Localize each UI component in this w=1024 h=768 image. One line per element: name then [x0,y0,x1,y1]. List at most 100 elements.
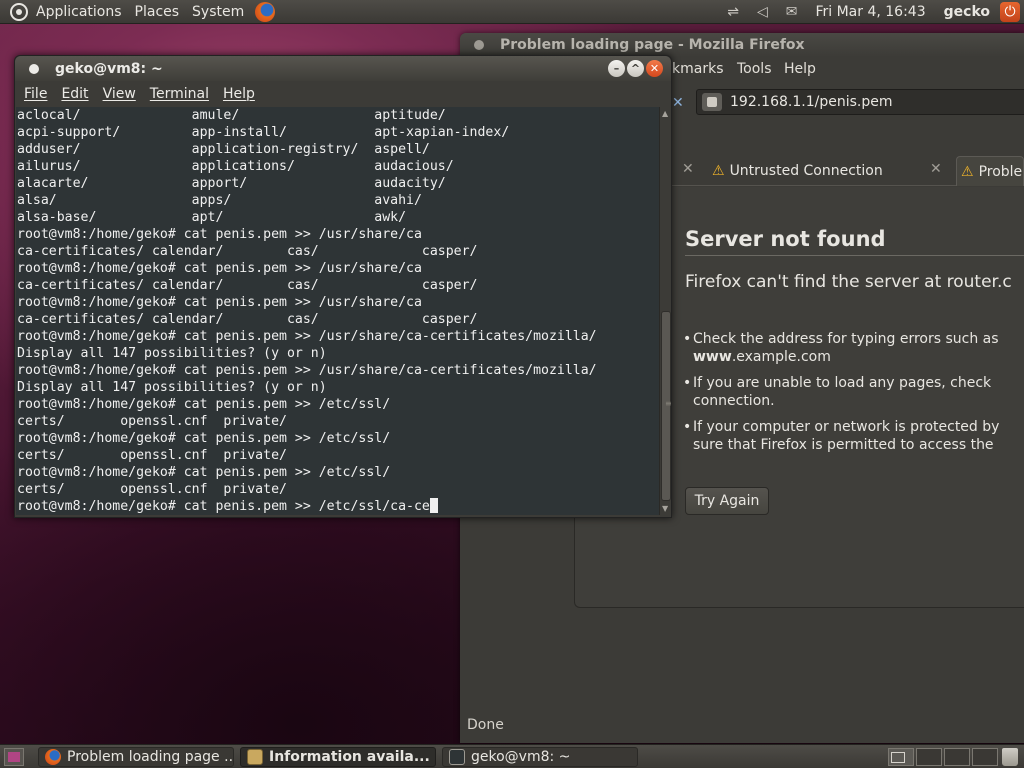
scroll-down-icon[interactable]: ▼ [662,504,668,513]
terminal-window: geko@vm8: ~ – ^ ✕ File Edit View Termina… [14,55,672,518]
taskbar-label: geko@vm8: ~ [471,749,571,765]
clock[interactable]: Fri Mar 4, 16:43 [815,4,925,20]
tab-close-icon[interactable]: ✕ [682,161,694,177]
taskbar-item-firefox[interactable]: Problem loading page ... [38,747,234,767]
power-icon[interactable]: ⏻ [1000,1,1020,22]
error-title: Server not found [685,227,886,251]
try-again-button[interactable]: Try Again [685,487,769,515]
site-identity-icon[interactable] [702,93,722,111]
menu-edit[interactable]: Edit [61,86,88,102]
url-bar[interactable]: 192.168.1.1/penis.pem [696,89,1024,115]
firefox-launcher-icon[interactable] [255,1,276,22]
terminal-line: Display all 147 possibilities? (y or n) [17,380,327,395]
terminal-line: root@vm8:/home/geko# cat penis.pem >> /u… [17,295,422,310]
menu-places[interactable]: Places [135,4,180,20]
menu-help[interactable]: Help [223,86,255,102]
bottom-panel: Problem loading page ... Information ava… [0,744,1024,768]
show-desktop-icon[interactable] [4,748,24,766]
terminal-line: certs/ openssl.cnf private/ [17,414,287,429]
maximize-icon[interactable]: ^ [627,60,644,77]
prompt-text: root@vm8:/home/geko# cat penis.pem >> /e… [17,499,430,514]
window-menu-icon[interactable] [29,63,39,74]
scroll-up-icon[interactable]: ▲ [662,109,668,118]
menu-help[interactable]: Help [784,61,816,77]
terminal-line: ca-certificates/ calendar/ cas/ casper/ [17,278,478,293]
tab-problem-loading[interactable]: ⚠ Proble [956,156,1024,186]
tab-close-icon[interactable]: ✕ [930,161,942,177]
taskbar-item-terminal[interactable]: geko@vm8: ~ [442,747,638,767]
terminal-line: root@vm8:/home/geko# cat penis.pem >> /e… [17,465,391,480]
user-menu[interactable]: gecko [944,4,990,20]
menu-system[interactable]: System [192,4,244,20]
menu-tools[interactable]: Tools [737,61,772,77]
trash-icon[interactable] [1002,748,1018,766]
terminal-line: alsa-base/ apt/ awk/ [17,210,407,225]
terminal-cursor [429,498,438,513]
terminal-line: acpi-support/ app-install/ apt-xapian-in… [17,125,510,140]
terminal-line: ca-certificates/ calendar/ cas/ casper/ [17,244,478,259]
minimize-icon[interactable]: – [608,60,625,77]
window-controls: – ^ ✕ [606,60,663,77]
mail-icon[interactable]: ✉ [786,4,798,20]
divider [685,255,1024,256]
terminal-line: root@vm8:/home/geko# cat penis.pem >> /e… [17,431,391,446]
workspace-4[interactable] [972,748,998,766]
error-subtitle: Firefox can't find the server at router.… [685,272,1012,292]
menu-bookmarks[interactable]: kmarks [672,61,723,77]
menu-file[interactable]: File [24,86,47,102]
terminal-line: ca-certificates/ calendar/ cas/ casper/ [17,312,478,327]
menu-applications[interactable]: Applications [36,4,122,20]
taskbar-label: Information availa... [269,749,430,765]
tab-untrusted-connection[interactable]: ⚠ Untrusted Connection [712,156,912,186]
terminal-line: root@vm8:/home/geko# cat penis.pem >> /u… [17,363,597,378]
ubuntu-logo-icon[interactable] [10,2,28,21]
terminal-line: certs/ openssl.cnf private/ [17,482,287,497]
terminal-line: Display all 147 possibilities? (y or n) [17,346,327,361]
grip-icon: ≡ [665,399,672,408]
firefox-window-title: Problem loading page - Mozilla Firefox [500,37,805,53]
terminal-window-title: geko@vm8: ~ [55,60,163,77]
list-item: If you are unable to load any pages, che… [683,374,999,410]
terminal-line: alsa/ apps/ avahi/ [17,193,422,208]
window-menu-icon[interactable] [474,40,484,50]
terminal-icon [449,749,465,765]
terminal-line: root@vm8:/home/geko# cat penis.pem >> /u… [17,329,597,344]
taskbar-label: Problem loading page ... [67,749,234,765]
terminal-scrollbar[interactable]: ▲ ≡ ▼ [659,107,672,515]
menu-terminal[interactable]: Terminal [150,86,209,102]
status-bar-text: Done [467,717,504,733]
warning-icon: ⚠ [961,163,974,180]
info-icon [247,749,263,765]
terminal-line: alacarte/ apport/ audacity/ [17,176,446,191]
terminal-line: root@vm8:/home/geko# cat penis.pem >> /e… [17,397,391,412]
workspace-2[interactable] [916,748,942,766]
terminal-line: root@vm8:/home/geko# cat penis.pem >> /u… [17,261,422,276]
panel-indicators: ⇌ ◁ ✉ Fri Mar 4, 16:43 gecko ⏻ [727,0,1024,24]
volume-icon[interactable]: ◁ [757,4,768,20]
network-icon[interactable]: ⇌ [727,4,739,20]
url-text: 192.168.1.1/penis.pem [730,94,893,110]
error-suggestions: Check the address for typing errors such… [683,330,999,462]
list-item: Check the address for typing errors such… [683,330,999,366]
workspace-1[interactable] [888,748,914,766]
terminal-line: aclocal/ amule/ aptitude/ [17,108,446,123]
firefox-titlebar[interactable]: Problem loading page - Mozilla Firefox [460,33,1024,57]
workspace-3[interactable] [944,748,970,766]
warning-icon: ⚠ [712,163,725,179]
terminal-titlebar[interactable]: geko@vm8: ~ – ^ ✕ [15,56,671,81]
terminal-menubar: File Edit View Terminal Help [15,81,671,106]
menu-view[interactable]: View [103,86,136,102]
list-item: If your computer or network is protected… [683,418,999,454]
top-panel: Applications Places System ⇌ ◁ ✉ Fri Mar… [0,0,1024,24]
close-icon[interactable]: ✕ [646,60,663,77]
taskbar-item-information[interactable]: Information availa... [240,747,436,767]
terminal-line: root@vm8:/home/geko# cat penis.pem >> /u… [17,227,422,242]
terminal-prompt-line[interactable]: root@vm8:/home/geko# cat penis.pem >> /e… [17,498,659,515]
stop-icon[interactable]: ✕ [672,95,684,111]
tab-label: Proble [978,163,1023,180]
terminal-line: ailurus/ applications/ audacious/ [17,159,454,174]
terminal-line: certs/ openssl.cnf private/ [17,448,287,463]
scrollbar-thumb[interactable]: ≡ [661,311,672,501]
terminal-output[interactable]: aclocal/ amule/ aptitude/ acpi-support/ … [16,107,659,515]
firefox-icon [45,749,61,765]
